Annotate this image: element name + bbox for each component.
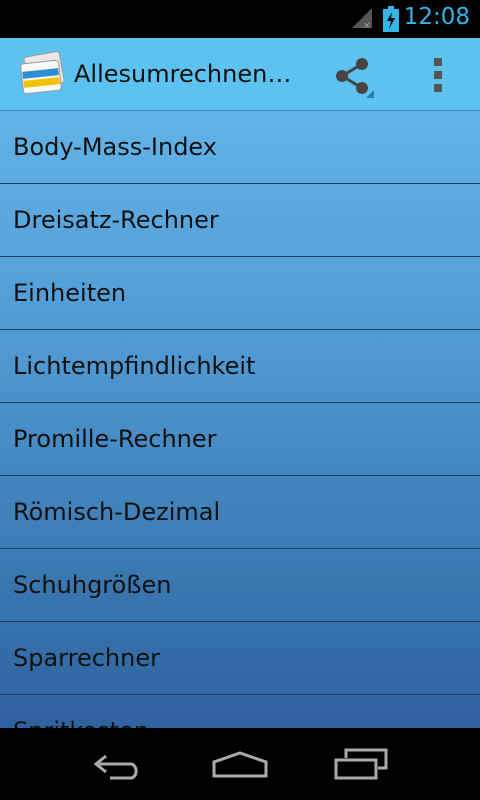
list-item-label: Dreisatz-Rechner (13, 206, 219, 234)
recent-apps-icon[interactable] (334, 748, 388, 780)
action-bar: Allesumrechnen… (0, 38, 480, 111)
signal-icon: × (352, 8, 372, 30)
list-item[interactable]: Body-Mass-Index (0, 111, 480, 184)
clock: 12:08 (403, 4, 470, 30)
list-item[interactable]: Promille-Rechner (0, 403, 480, 476)
list-item-label: Römisch-Dezimal (13, 498, 221, 526)
list-item-label: Body-Mass-Index (13, 133, 217, 161)
list-item-label: Lichtempfindlichkeit (13, 352, 256, 380)
battery-charging-icon (383, 6, 399, 32)
list-item-label: Einheiten (13, 279, 127, 307)
app-title: Allesumrechnen… (74, 60, 292, 88)
status-bar: × 12:08 (0, 0, 480, 38)
list-item[interactable]: Römisch-Dezimal (0, 476, 480, 549)
navigation-bar (0, 728, 480, 800)
back-icon[interactable] (92, 750, 148, 780)
list-item-label: Spritkosten (13, 717, 149, 728)
share-icon[interactable] (334, 56, 374, 100)
list-item[interactable]: Lichtempfindlichkeit (0, 330, 480, 403)
list-item-label: Promille-Rechner (13, 425, 217, 453)
home-icon[interactable] (210, 750, 270, 780)
list-item[interactable]: Dreisatz-Rechner (0, 184, 480, 257)
list-item[interactable]: Einheiten (0, 257, 480, 330)
converter-list: Body-Mass-Index Dreisatz-Rechner Einheit… (0, 111, 480, 728)
list-item[interactable]: Sparrechner (0, 622, 480, 695)
list-item-label: Sparrechner (13, 644, 160, 672)
list-item-label: Schuhgrößen (13, 571, 172, 599)
overflow-menu-icon[interactable] (431, 58, 445, 92)
app-logo-icon[interactable] (18, 50, 66, 98)
list-item[interactable]: Schuhgrößen (0, 549, 480, 622)
svg-text:×: × (363, 21, 371, 30)
list-item[interactable]: Spritkosten (0, 695, 480, 728)
